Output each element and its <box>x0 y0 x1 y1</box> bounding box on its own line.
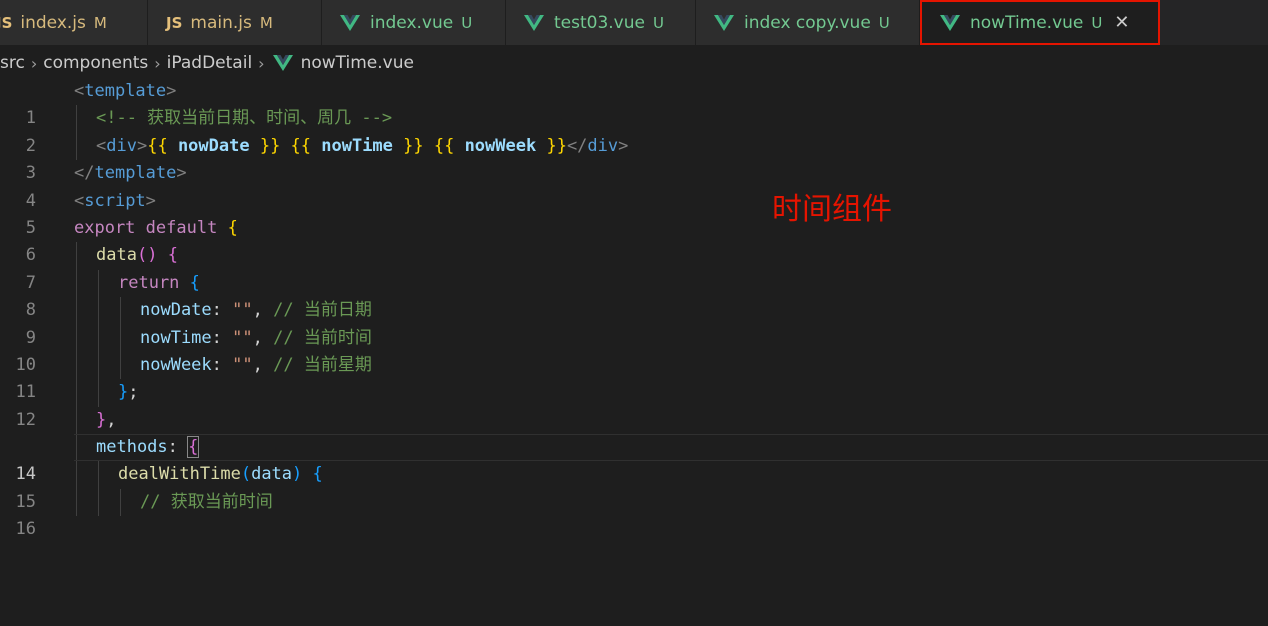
vue-icon <box>272 55 293 71</box>
code-token: nowTime <box>321 135 393 156</box>
code-line: 15 dealWithTime(data) { <box>0 461 1268 512</box>
code-token: nowTime <box>140 327 212 348</box>
code-line: 16 // 获取当前时间 <box>0 488 1268 539</box>
code-token: nowWeek <box>140 354 212 375</box>
tab-nowtime-vue[interactable]: nowTime.vue U ✕ <box>920 0 1160 45</box>
code-token: "" <box>232 327 253 348</box>
tab-main-js[interactable]: JS main.js M <box>148 0 322 45</box>
code-token: div <box>587 135 619 156</box>
untracked-badge: U <box>461 13 473 32</box>
code-token: methods <box>96 437 168 458</box>
untracked-badge: U <box>878 13 890 32</box>
code-token: data <box>96 245 137 266</box>
breadcrumb-item-components[interactable]: components <box>43 53 148 73</box>
tab-label: test03.vue <box>554 12 645 33</box>
code-line: 12 }; <box>0 379 1268 430</box>
annotation-label: 时间组件 <box>772 192 892 227</box>
code-line: 8 return { <box>0 269 1268 320</box>
code-token: template <box>84 81 167 101</box>
code-line: 11 nowWeek: "", // 当前星期 <box>0 351 1268 402</box>
code-comment: // 当前日期 <box>273 300 372 321</box>
modified-badge: M <box>93 13 107 32</box>
code-comment: <!-- 获取当前日期、时间、周几 --> <box>96 108 393 129</box>
untracked-badge: U <box>652 13 664 32</box>
tab-test03-vue[interactable]: test03.vue U <box>506 0 696 45</box>
tab-label: index.vue <box>370 12 454 33</box>
code-token: nowDate <box>140 300 212 321</box>
vue-icon <box>714 14 734 31</box>
breadcrumb-item-src[interactable]: src <box>0 53 25 73</box>
code-line: 5 <script> <box>0 188 1268 238</box>
code-token: div <box>106 135 137 156</box>
breadcrumb: src › components › iPadDetail › nowTime.… <box>0 50 414 76</box>
code-token: script <box>84 190 146 211</box>
code-comment: // 获取当前时间 <box>140 491 273 512</box>
vue-icon <box>340 14 360 31</box>
chevron-right-icon: › <box>258 53 265 73</box>
code-line: 7 data() { <box>0 242 1268 293</box>
tab-index-copy-vue[interactable]: index copy.vue U <box>696 0 920 45</box>
code-token: default <box>145 217 218 238</box>
js-file-icon: JS <box>0 13 13 32</box>
code-token: dealWithTime <box>118 464 241 485</box>
code-token: template <box>94 163 177 184</box>
code-comment: // 当前星期 <box>273 354 372 375</box>
code-line: 1 <template> <box>0 78 1268 128</box>
modified-badge: M <box>259 13 273 32</box>
tab-index-js[interactable]: JS index.js M <box>0 0 148 45</box>
line-number: 16 <box>15 519 36 540</box>
code-editor[interactable]: 1 <template> 2 <!-- 获取当前日期、时间、周几 --> 3 <… <box>0 78 1268 539</box>
tab-label: nowTime.vue <box>970 12 1084 33</box>
code-token: data <box>251 464 293 485</box>
code-token: return <box>118 272 180 293</box>
chevron-right-icon: › <box>30 53 38 73</box>
breadcrumb-item-file[interactable]: nowTime.vue <box>301 53 414 73</box>
code-token: "" <box>232 300 253 321</box>
untracked-badge: U <box>1091 13 1103 32</box>
breadcrumb-item-ipaddetail[interactable]: iPadDetail <box>167 53 253 73</box>
tab-index-vue[interactable]: index.vue U <box>322 0 506 45</box>
code-token: "" <box>232 354 253 375</box>
code-line-current: 14 methods: { <box>0 434 1268 484</box>
code-line: 4 </template> <box>0 160 1268 210</box>
close-icon[interactable]: ✕ <box>1114 12 1129 33</box>
matched-bracket: { <box>187 436 200 459</box>
code-line: 9 nowDate: "", // 当前日期 <box>0 297 1268 348</box>
tab-label: index.js <box>20 12 86 33</box>
chevron-right-icon: › <box>154 53 161 73</box>
code-line: 10 nowTime: "", // 当前时间 <box>0 324 1268 375</box>
tab-label: index copy.vue <box>744 12 871 33</box>
tab-label: main.js <box>190 12 252 33</box>
code-comment: // 当前时间 <box>273 327 372 348</box>
code-token: export <box>74 217 136 238</box>
code-line: 13 }, <box>0 406 1268 457</box>
code-line: 2 <!-- 获取当前日期、时间、周几 --> <box>0 105 1268 156</box>
editor-tab-bar: JS index.js M JS main.js M index.vue U t… <box>0 0 1268 45</box>
code-token: nowDate <box>177 135 250 156</box>
code-token: nowWeek <box>464 135 537 156</box>
vue-icon <box>940 14 960 31</box>
code-line: 3 <div>{{ nowDate }} {{ nowTime }} {{ no… <box>0 132 1268 183</box>
code-line: 6 export default { <box>0 215 1268 265</box>
js-file-icon: JS <box>166 13 183 32</box>
vue-icon <box>524 14 544 31</box>
